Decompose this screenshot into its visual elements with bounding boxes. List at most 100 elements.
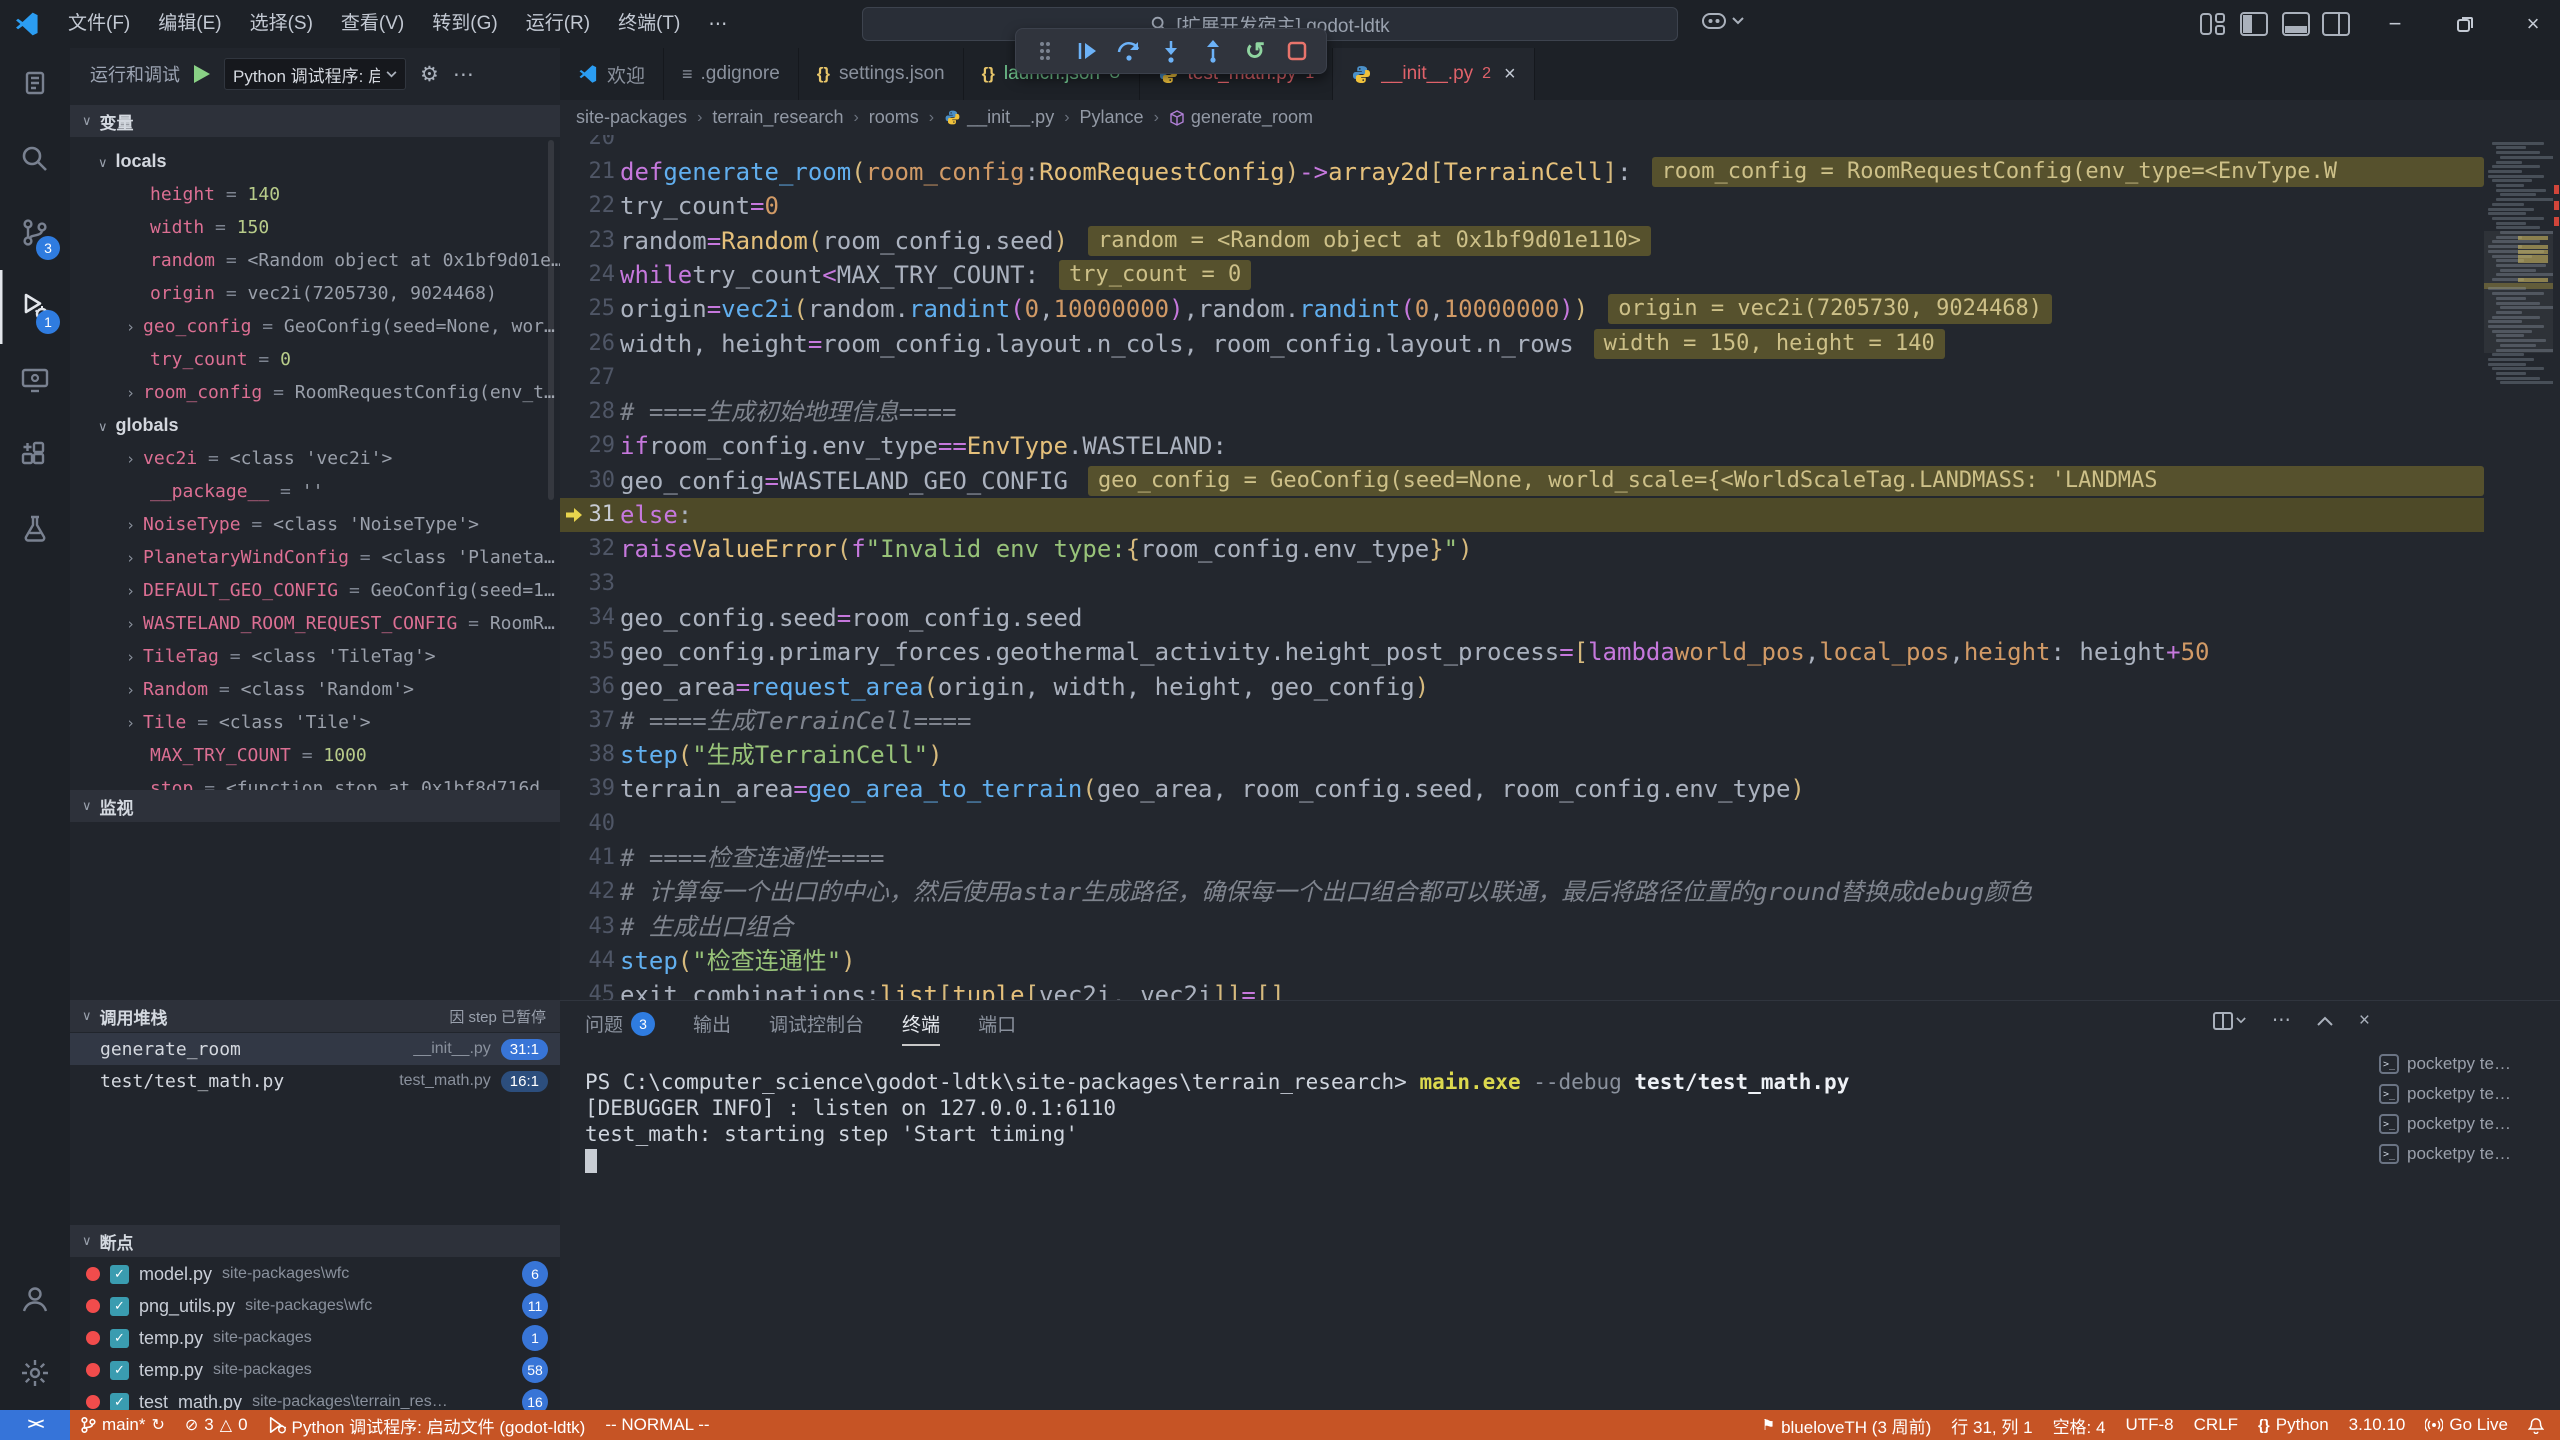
terminal-output[interactable]: PS C:\computer_science\godot-ldtk\site-p… <box>585 1069 1849 1147</box>
code-line-24[interactable]: 24 while try_count < MAX_TRY_COUNT:try_c… <box>560 258 2484 292</box>
tab--[interactable]: 欢迎 <box>560 48 664 100</box>
expand-chevron-icon[interactable]: › <box>126 714 135 732</box>
expand-chevron-icon[interactable]: › <box>126 549 135 567</box>
scope-locals[interactable]: ∨locals <box>70 145 560 178</box>
breadcrumb-item[interactable]: rooms <box>869 107 919 128</box>
expand-chevron-icon[interactable]: › <box>126 582 135 600</box>
variable-row[interactable]: ›Random = <class 'Random'> <box>70 673 560 706</box>
menu-item[interactable]: 转到(G) <box>418 0 511 48</box>
variable-row[interactable]: ›DEFAULT_GEO_CONFIG = GeoConfig(seed=1… <box>70 574 560 607</box>
status-cursor-position[interactable]: 行 31, 列 1 <box>1941 1410 2042 1440</box>
variable-row[interactable]: ›geo_config = GeoConfig(seed=None, wor… <box>70 310 560 343</box>
code-line-35[interactable]: 35 geo_config.primary_forces.geothermal_… <box>560 635 2484 669</box>
code-editor[interactable]: 2021def generate_room(room_config: RoomR… <box>560 135 2484 1000</box>
code-line-22[interactable]: 22 try_count = 0 <box>560 189 2484 223</box>
panel-tab-终端[interactable]: 终端 <box>902 1001 940 1046</box>
breakpoint-checkbox[interactable]: ✓ <box>110 1393 129 1412</box>
status-problems[interactable]: ⊘3△0 <box>175 1410 258 1440</box>
copilot-button[interactable] <box>1700 10 1744 32</box>
toggle-sidebar-icon[interactable] <box>2240 12 2266 36</box>
code-line-40[interactable]: 40 <box>560 807 2484 841</box>
status-language[interactable]: {}Python <box>2248 1410 2339 1440</box>
breakpoint-row[interactable]: ✓model.pysite-packages\wfc6 <box>70 1258 560 1290</box>
variable-row[interactable]: ›NoiseType = <class 'NoiseType'> <box>70 508 560 541</box>
code-line-39[interactable]: 39 terrain_area = geo_area_to_terrain(ge… <box>560 772 2484 806</box>
maximize-panel-icon[interactable] <box>2317 1016 2333 1026</box>
toggle-panel-icon[interactable] <box>2282 12 2308 36</box>
terminal-instance[interactable]: >_pocketpy te… <box>2379 1139 2554 1169</box>
status-go-live[interactable]: Go Live <box>2415 1410 2518 1440</box>
activity-account-icon[interactable] <box>0 1262 70 1336</box>
step-out-button[interactable] <box>1196 34 1230 68</box>
menu-item[interactable]: 选择(S) <box>236 0 327 48</box>
panel-tab-问题[interactable]: 问题3 <box>585 1001 655 1046</box>
status-debug-config[interactable]: Python 调试程序: 启动文件 (godot-ldtk) <box>258 1410 596 1440</box>
activity-explorer-icon[interactable] <box>0 48 70 122</box>
restart-button[interactable]: ↺ <box>1238 34 1272 68</box>
panel-more-icon[interactable]: ⋯ <box>2272 1009 2291 1032</box>
code-line-41[interactable]: 41 # ====检查连通性==== <box>560 841 2484 875</box>
activity-remote-explorer-icon[interactable] <box>0 344 70 418</box>
callstack-frame[interactable]: test/test_math.pytest_math.py16:1 <box>70 1065 560 1097</box>
breakpoint-checkbox[interactable]: ✓ <box>110 1329 129 1348</box>
activity-run-and-debug-icon[interactable]: 1 <box>0 270 70 344</box>
activity-search-icon[interactable] <box>0 122 70 196</box>
step-over-button[interactable] <box>1112 34 1146 68</box>
code-line-31[interactable]: 31 else: <box>560 498 2484 532</box>
status-notifications[interactable] <box>2518 1410 2554 1440</box>
restore-button[interactable] <box>2442 0 2488 48</box>
menu-item[interactable]: 文件(F) <box>54 0 144 48</box>
variable-row[interactable]: ›PlanetaryWindConfig = <class 'Planeta… <box>70 541 560 574</box>
breakpoint-checkbox[interactable]: ✓ <box>110 1297 129 1316</box>
code-line-25[interactable]: 25 origin = vec2i(random.randint(0, 1000… <box>560 292 2484 326</box>
code-line-29[interactable]: 29 if room_config.env_type == EnvType.WA… <box>560 429 2484 463</box>
breakpoint-checkbox[interactable]: ✓ <box>110 1361 129 1380</box>
tab-settings-json[interactable]: {}settings.json <box>799 48 964 100</box>
variables-section-header[interactable]: ∨变量 <box>70 105 560 137</box>
status-branch[interactable]: main*↻ <box>70 1410 175 1440</box>
code-line-45[interactable]: 45 exit_combinations: list[tuple[vec2i, … <box>560 978 2484 1000</box>
menu-item[interactable]: 查看(V) <box>327 0 418 48</box>
debug-config-dropdown[interactable]: Python 调试程序: 启 <box>224 58 406 90</box>
breadcrumb-item[interactable]: __init__.py <box>944 107 1054 128</box>
minimap-viewport[interactable] <box>2484 231 2553 353</box>
watch-section-header[interactable]: ∨监视 <box>70 790 560 822</box>
code-line-20[interactable]: 20 <box>560 135 2484 155</box>
code-line-37[interactable]: 37 # ====生成TerrainCell==== <box>560 704 2484 738</box>
activity-extensions-icon[interactable] <box>0 418 70 492</box>
status-encoding[interactable]: UTF-8 <box>2115 1410 2183 1440</box>
variable-row[interactable]: width = 150 <box>70 211 560 244</box>
expand-chevron-icon[interactable]: › <box>126 648 135 666</box>
activity-source-control-icon[interactable]: 3 <box>0 196 70 270</box>
code-line-28[interactable]: 28 # ====生成初始地理信息==== <box>560 395 2484 429</box>
more-actions-icon[interactable]: ⋯ <box>453 62 474 87</box>
sync-icon[interactable]: ↻ <box>151 1415 164 1435</box>
expand-chevron-icon[interactable]: › <box>126 615 135 633</box>
terminal-instance[interactable]: >_pocketpy te… <box>2379 1079 2554 1109</box>
code-line-32[interactable]: 32 raise ValueError(f"Invalid env type: … <box>560 532 2484 566</box>
callstack-frame[interactable]: generate_room__init__.py31:1 <box>70 1033 560 1065</box>
code-line-44[interactable]: 44 step("检查连通性") <box>560 944 2484 978</box>
tab--init-py[interactable]: __init__.py2× <box>1333 48 1535 100</box>
toggle-secondary-sidebar-icon[interactable] <box>2322 12 2348 36</box>
expand-chevron-icon[interactable]: › <box>126 318 135 336</box>
panel-tab-调试控制台[interactable]: 调试控制台 <box>769 1001 864 1046</box>
expand-chevron-icon[interactable]: › <box>126 384 135 402</box>
scope-globals[interactable]: ∨globals <box>70 409 560 442</box>
variable-row[interactable]: height = 140 <box>70 178 560 211</box>
code-line-23[interactable]: 23 random = Random(room_config.seed)rand… <box>560 224 2484 258</box>
customize-layout-icon[interactable] <box>2200 12 2226 36</box>
breakpoint-row[interactable]: ✓png_utils.pysite-packages\wfc11 <box>70 1290 560 1322</box>
breakpoints-section-header[interactable]: ∨断点 <box>70 1225 560 1257</box>
code-line-43[interactable]: 43 # 生成出口组合 <box>560 910 2484 944</box>
close-panel-icon[interactable]: × <box>2359 1010 2370 1032</box>
variable-row[interactable]: origin = vec2i(7205730, 9024468) <box>70 277 560 310</box>
code-line-42[interactable]: 42 # 计算每一个出口的中心，然后使用astar生成路径，确保每一个出口组合都… <box>560 875 2484 909</box>
status-python-version[interactable]: 3.10.10 <box>2339 1410 2416 1440</box>
breakpoint-row[interactable]: ✓temp.pysite-packages1 <box>70 1322 560 1354</box>
expand-chevron-icon[interactable]: › <box>126 450 135 468</box>
variable-row[interactable]: ›TileTag = <class 'TileTag'> <box>70 640 560 673</box>
drag-grip-icon[interactable] <box>1028 34 1062 68</box>
variable-row[interactable]: ›Tile = <class 'Tile'> <box>70 706 560 739</box>
code-line-33[interactable]: 33 <box>560 567 2484 601</box>
